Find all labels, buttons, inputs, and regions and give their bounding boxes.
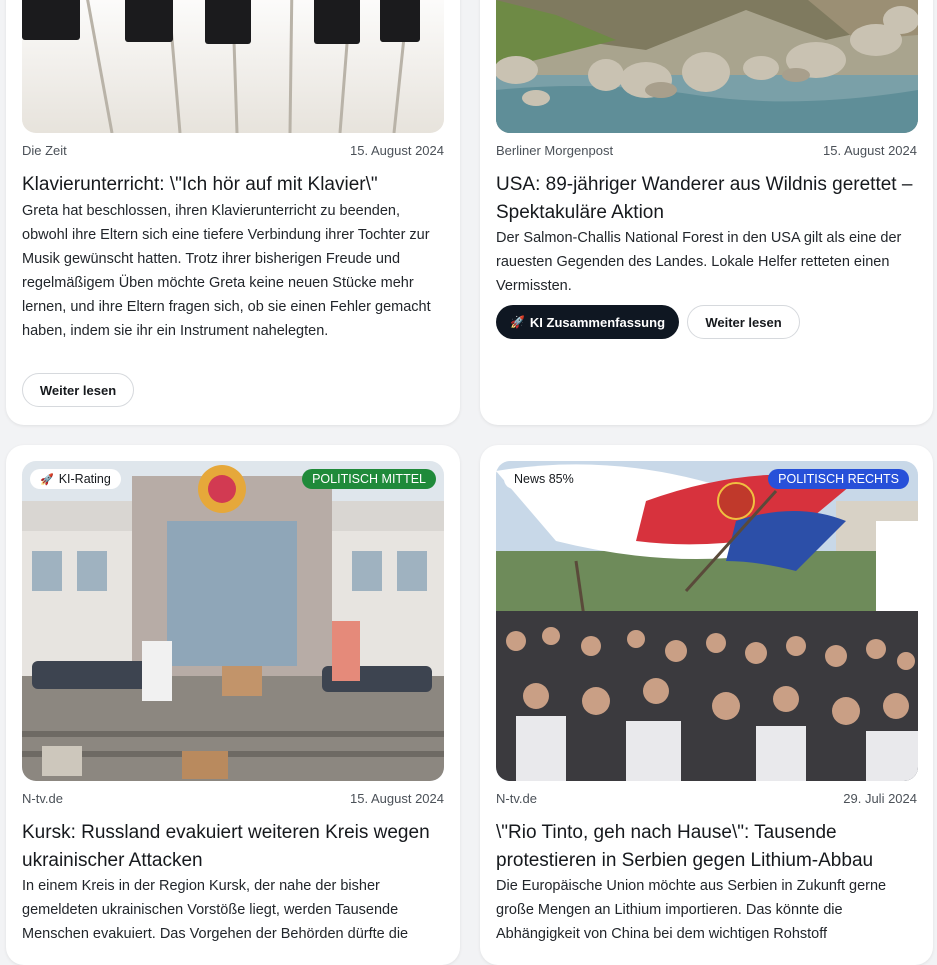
article-date: 15. August 2024 [350,791,444,806]
news-score-badge: News 85% [504,469,584,489]
ai-summary-button[interactable]: 🚀 KI Zusammenfassung [496,305,679,339]
news-card-wilderness[interactable]: Berliner Morgenpost 15. August 2024 USA:… [480,0,933,425]
article-source: Berliner Morgenpost [496,143,614,158]
read-more-button[interactable]: Weiter lesen [687,305,800,339]
article-meta: Die Zeit 15. August 2024 [22,143,444,158]
news-card-kursk[interactable]: 🚀 KI-Rating POLITISCH MITTEL N-tv.de 15.… [6,445,460,965]
article-meta: N-tv.de 15. August 2024 [22,791,444,806]
article-image-river-rocks[interactable] [496,0,918,133]
article-source: N-tv.de [22,791,63,806]
article-description: Die Europäische Union möchte aus Serbien… [496,878,887,942]
ai-rating-badge: 🚀 KI-Rating [30,469,121,489]
article-meta: N-tv.de 29. Juli 2024 [496,791,917,806]
ai-rating-label: KI-Rating [58,472,111,486]
article-title[interactable]: Kursk: Russland evakuiert weiteren Kreis… [22,819,444,875]
article-title[interactable]: \"Rio Tinto, geh nach Hause\": Tausende … [496,819,917,875]
article-description: Greta hat beschlossen, ihren Klavierunte… [22,203,431,339]
article-meta: Berliner Morgenpost 15. August 2024 [496,143,917,158]
article-image-protest[interactable] [496,461,918,781]
news-card-piano[interactable]: Die Zeit 15. August 2024 Klavierunterric… [6,0,460,425]
article-title[interactable]: Klavierunterricht: \"Ich hör auf mit Kla… [22,171,444,199]
article-source: Die Zeit [22,143,67,158]
article-title[interactable]: USA: 89-jähriger Wanderer aus Wildnis ge… [496,171,917,227]
ai-summary-label: KI Zusammenfassung [529,314,666,330]
article-date: 15. August 2024 [823,143,917,158]
political-rating-badge: POLITISCH MITTEL [302,469,436,489]
article-date: 29. Juli 2024 [843,791,917,806]
news-card-serbia[interactable]: News 85% POLITISCH RECHTS N-tv.de 29. Ju… [480,445,933,965]
rocket-icon: 🚀 [509,315,525,329]
article-description: Der Salmon-Challis National Forest in de… [496,230,902,294]
article-description: In einem Kreis in der Region Kursk, der … [22,878,409,942]
article-date: 15. August 2024 [350,143,444,158]
article-image-piano-keys[interactable] [22,0,444,133]
rocket-icon: 🚀 [40,473,54,486]
article-image-evacuation[interactable] [22,461,444,781]
read-more-button[interactable]: Weiter lesen [22,373,134,407]
political-rating-badge: POLITISCH RECHTS [768,469,909,489]
article-source: N-tv.de [496,791,537,806]
